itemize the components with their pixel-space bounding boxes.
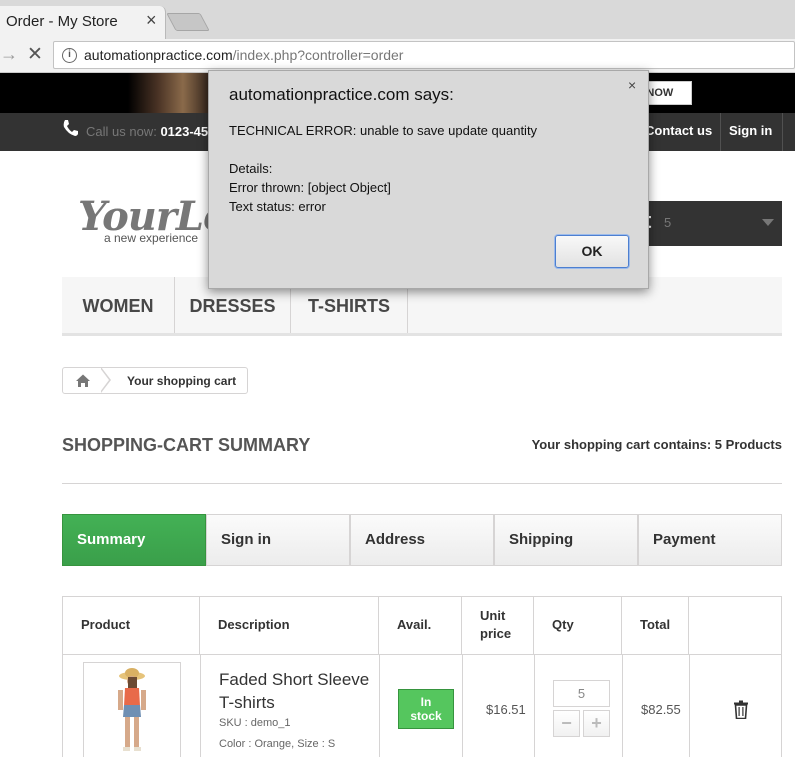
product-sku: SKU : demo_1 [219,717,291,729]
cart-product-count: Your shopping cart contains: 5 Products [531,437,782,452]
alert-dialog: automationpractice.com says: × TECHNICAL… [208,70,649,289]
column-divider [200,654,201,757]
stock-line: stock [410,709,442,723]
product-attributes[interactable]: Color : Orange, Size : S [219,738,335,750]
product-photo [118,668,146,751]
column-divider [622,654,623,757]
quantity-increase-button[interactable]: + [583,710,610,737]
column-divider [534,654,535,757]
heading-divider [62,483,782,484]
breadcrumb: Your shopping cart [62,367,248,394]
call-us-label: Call us now: [86,124,157,139]
sign-in-link[interactable]: Sign in [729,123,772,138]
phone-number: 0123-45 [160,124,209,139]
address-bar[interactable]: i automationpractice.com/index.php?contr… [53,41,795,69]
unit-price: $16.51 [486,702,526,717]
column-header-actions [689,597,781,654]
url-host: automationpractice.com [84,47,233,63]
column-header-qty: Qty [534,597,622,654]
column-header-availability: Avail. [379,597,462,654]
browser-tab[interactable]: Order - My Store × [0,6,166,39]
browser-tab-bar: Order - My Store × [0,0,795,39]
top-separator [782,113,783,151]
home-icon[interactable] [63,368,103,393]
table-row-divider [63,654,781,655]
step-shipping[interactable]: Shipping [494,514,638,566]
column-divider [379,654,380,757]
column-divider [462,654,463,757]
call-us-text: Call us now: 0123-45 [86,124,208,139]
url-path: /index.php?controller=order [232,47,404,63]
line-total: $82.55 [641,702,681,717]
top-separator [720,113,721,151]
browser-nav-bar: → ✕ i automationpractice.com/index.php?c… [0,39,795,73]
caret-down-icon [762,219,774,226]
product-name-link[interactable]: Faded Short Sleeve T-shirts [219,668,379,714]
breadcrumb-current: Your shopping cart [127,374,237,388]
stop-loading-icon[interactable]: ✕ [27,43,43,66]
info-icon[interactable]: i [62,48,77,63]
stock-line: In [420,695,432,709]
column-header-total: Total [622,597,689,654]
tab-close-icon[interactable]: × [146,11,157,29]
product-image[interactable] [83,662,181,757]
column-header-unit-price: Unit price [462,597,534,654]
breadcrumb-separator-inner [100,368,109,392]
quantity-decrease-button[interactable]: − [553,710,580,737]
alert-ok-button[interactable]: OK [555,235,629,268]
phone-icon [63,120,78,136]
in-stock-badge: In stock [398,689,454,729]
trash-icon[interactable] [733,700,749,719]
column-header-description: Description [200,597,379,654]
menu-item-women[interactable]: WOMEN [62,277,175,333]
alert-close-icon[interactable]: × [628,77,636,93]
forward-arrow-icon[interactable]: → [0,44,18,65]
step-address[interactable]: Address [350,514,494,566]
step-summary[interactable]: Summary [62,514,206,566]
cart-count: 5 [664,215,672,230]
step-payment[interactable]: Payment [638,514,782,566]
contact-us-link[interactable]: Contact us [645,123,712,138]
column-divider [689,654,690,757]
logo-tagline: a new experience [104,231,199,245]
url-text: automationpractice.com/index.php?control… [84,47,403,63]
column-header-product: Product [63,597,200,654]
new-tab-button[interactable] [166,13,210,31]
page-title: SHOPPING-CART SUMMARY [62,435,311,455]
tab-title: Order - My Store [6,13,118,30]
quantity-input[interactable]: 5 [553,680,610,707]
cart-table: Product Description Avail. Unit price Qt… [62,596,782,757]
order-steps: Summary Sign in Address Shipping Payment [62,514,782,566]
alert-title: automationpractice.com says: [229,85,454,104]
step-sign-in[interactable]: Sign in [206,514,350,566]
alert-message: TECHNICAL ERROR: unable to save update q… [229,123,538,214]
